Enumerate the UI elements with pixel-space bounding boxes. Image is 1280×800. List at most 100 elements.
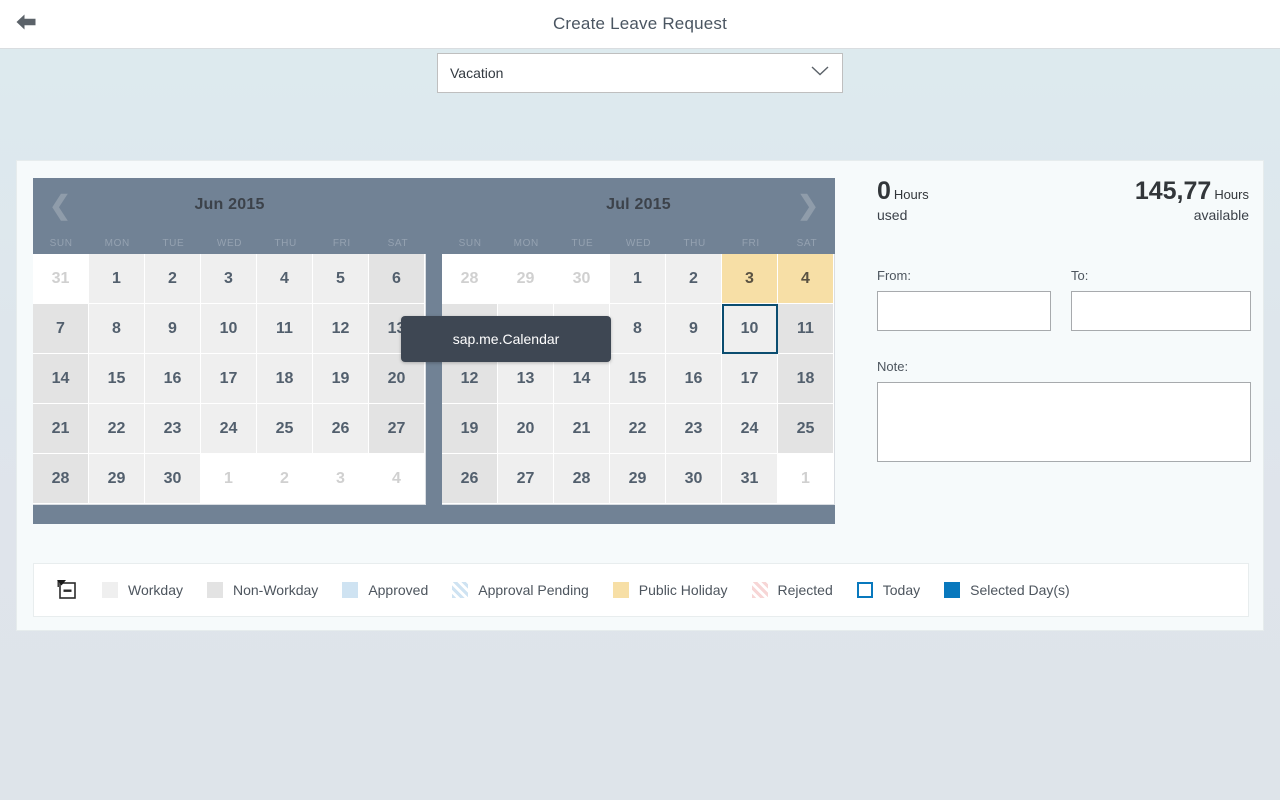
calendar-day-cell[interactable]: 2 xyxy=(666,254,722,304)
note-textarea[interactable] xyxy=(877,382,1251,462)
calendar-day-cell[interactable]: 4 xyxy=(257,254,313,304)
calendar-day-cell[interactable]: 7 xyxy=(33,304,89,354)
calendar-day-cell[interactable]: 11 xyxy=(257,304,313,354)
calendar-day-cell[interactable]: 10 xyxy=(201,304,257,354)
calendar-grid: 31 1 2 3 4 5 6 7 8 9 10 11 12 13 14 15 16 17 18 19 20 21 22 23 2… xyxy=(33,254,426,505)
calendar-tooltip-text: sap.me.Calendar xyxy=(452,331,560,347)
calendar-day-cell[interactable]: 4 xyxy=(369,454,425,504)
calendar-day-cell[interactable]: 30 xyxy=(666,454,722,504)
legend-item-label: Approved xyxy=(368,582,429,598)
calendar-day-cell[interactable]: 29 xyxy=(610,454,666,504)
calendar-day-cell[interactable]: 27 xyxy=(369,404,425,454)
calendar-day-cell[interactable]: 10 xyxy=(722,304,778,354)
legend-item-label: Workday xyxy=(128,582,183,598)
calendar-day-cell[interactable]: 21 xyxy=(554,404,610,454)
calendar-weekday-label: MON xyxy=(104,237,130,249)
calendar-day-cell[interactable]: 27 xyxy=(498,454,554,504)
calendar-next-icon[interactable]: ❯ xyxy=(791,188,825,222)
calendar-day-cell[interactable]: 28 xyxy=(33,454,89,504)
calendar-day-cell[interactable]: 21 xyxy=(33,404,89,454)
calendar-day-cell[interactable]: 18 xyxy=(257,354,313,404)
calendar-prev-icon[interactable]: ❮ xyxy=(43,188,77,222)
calendar-day-cell[interactable]: 31 xyxy=(722,454,778,504)
calendar-day-cell[interactable]: 1 xyxy=(778,454,834,504)
calendar-day-cell[interactable]: 18 xyxy=(778,354,834,404)
calendar-day-cell[interactable]: 24 xyxy=(201,404,257,454)
legend-item: Today xyxy=(856,582,920,598)
calendar-month-title: Jul 2015 xyxy=(606,196,671,213)
calendar-weekday-label: SAT xyxy=(387,237,409,249)
collapse-legend-icon[interactable] xyxy=(50,573,84,607)
calendar-day-cell[interactable]: 3 xyxy=(313,454,369,504)
legend-items: Workday Non-Workday Approved Approval Pendi… xyxy=(102,582,1094,598)
calendar-day-cell[interactable]: 9 xyxy=(666,304,722,354)
calendar-day-cell[interactable]: 23 xyxy=(145,404,201,454)
calendar-day-cell[interactable]: 19 xyxy=(442,404,498,454)
back-button[interactable] xyxy=(2,0,50,48)
quota-used-value: 0 xyxy=(877,177,891,205)
calendar-day-cell[interactable]: 3 xyxy=(722,254,778,304)
app-header: Create Leave Request xyxy=(0,0,1280,49)
calendar-day-cell[interactable]: 16 xyxy=(145,354,201,404)
calendar-day-cell[interactable]: 25 xyxy=(778,404,834,454)
calendar-day-cell[interactable]: 9 xyxy=(145,304,201,354)
calendar-day-cell[interactable]: 2 xyxy=(257,454,313,504)
leave-type-select[interactable]: Vacation xyxy=(437,53,843,93)
calendar-day-cell[interactable]: 17 xyxy=(201,354,257,404)
calendar-day-cell[interactable]: 2 xyxy=(145,254,201,304)
legend-swatch-icon xyxy=(342,582,359,598)
calendar-day-cell[interactable]: 15 xyxy=(610,354,666,404)
legend-swatch-icon xyxy=(612,582,629,598)
legend-item: Workday xyxy=(102,582,183,598)
calendar-day-cell[interactable]: 1 xyxy=(89,254,145,304)
calendar-day-cell[interactable]: 19 xyxy=(313,354,369,404)
calendar-day-cell[interactable]: 20 xyxy=(498,404,554,454)
calendar-day-cell[interactable]: 15 xyxy=(89,354,145,404)
calendar-weekday-label: FRI xyxy=(741,237,760,249)
calendar-day-cell[interactable]: 4 xyxy=(778,254,834,304)
calendar-day-cell[interactable]: 6 xyxy=(369,254,425,304)
calendar-day-cell[interactable]: 26 xyxy=(313,404,369,454)
to-date-input[interactable] xyxy=(1071,291,1251,331)
calendar-day-cell[interactable]: 30 xyxy=(145,454,201,504)
from-date-input[interactable] xyxy=(877,291,1052,331)
calendar-day-cell[interactable]: 11 xyxy=(778,304,834,354)
calendar-day-cell[interactable]: 25 xyxy=(257,404,313,454)
calendar-day-cell[interactable]: 29 xyxy=(498,254,554,304)
calendar-month-title: Jun 2015 xyxy=(194,196,265,213)
calendar-day-cell[interactable]: 8 xyxy=(89,304,145,354)
calendar-day-cell[interactable]: 12 xyxy=(313,304,369,354)
calendar-day-cell[interactable]: 3 xyxy=(201,254,257,304)
calendar-day-cell[interactable]: 17 xyxy=(722,354,778,404)
calendar-day-cell[interactable]: 23 xyxy=(666,404,722,454)
calendar-weekday-row: SUN MON TUE WED THU FRI SAT xyxy=(33,232,426,254)
quota-available-line: 145,77 Hours xyxy=(1135,178,1249,204)
calendar-day-cell[interactable]: 8 xyxy=(610,304,666,354)
calendar-day-cell[interactable]: 5 xyxy=(313,254,369,304)
calendar-day-cell[interactable]: 1 xyxy=(201,454,257,504)
calendar-day-cell[interactable]: 16 xyxy=(666,354,722,404)
calendar-month-header: Jul 2015 ❯ xyxy=(442,178,835,232)
calendar-weekday-label: FRI xyxy=(332,237,351,249)
calendar-day-cell[interactable]: 28 xyxy=(442,254,498,304)
calendar-tooltip: sap.me.Calendar xyxy=(401,316,611,362)
calendar-month: ❮ Jun 2015 SUN MON TUE WED THU FRI SAT 31 1 2 3 4 5 6 7 8… xyxy=(33,178,426,505)
calendar-day-cell[interactable]: 22 xyxy=(610,404,666,454)
calendar-day-cell[interactable]: 26 xyxy=(442,454,498,504)
calendar-day-cell[interactable]: 22 xyxy=(89,404,145,454)
calendar-day-cell[interactable]: 29 xyxy=(89,454,145,504)
calendar-day-cell[interactable]: 31 xyxy=(33,254,89,304)
quota-used-caption: used xyxy=(877,207,908,223)
date-range-row: From: To: xyxy=(861,268,1251,331)
calendar-day-cell[interactable]: 28 xyxy=(554,454,610,504)
legend-swatch-icon xyxy=(452,582,469,598)
legend-item-label: Non-Workday xyxy=(232,582,319,598)
from-label: From: xyxy=(877,268,911,283)
calendar-day-cell[interactable]: 24 xyxy=(722,404,778,454)
calendar-day-cell[interactable]: 30 xyxy=(554,254,610,304)
calendar-weekday-label: THU xyxy=(274,237,297,249)
calendar-weekday-row: SUN MON TUE WED THU FRI SAT xyxy=(442,232,835,254)
legend-swatch-icon xyxy=(206,582,223,598)
calendar-day-cell[interactable]: 1 xyxy=(610,254,666,304)
calendar-day-cell[interactable]: 14 xyxy=(33,354,89,404)
